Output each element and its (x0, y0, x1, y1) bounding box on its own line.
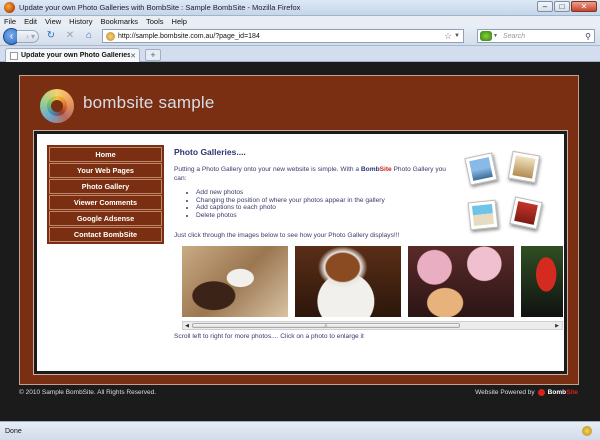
gallery-photo-cappuccino[interactable] (295, 246, 401, 317)
search-engine-icon[interactable] (480, 31, 492, 41)
copyright-text: © 2010 Sample BombSite. All Rights Reser… (19, 389, 157, 396)
footer-brand-site: Site (566, 389, 578, 396)
tab-label: Update your own Photo Galleries wit... (21, 52, 131, 59)
menu-bookmarks[interactable]: Bookmarks (101, 17, 139, 26)
page-viewport: bombsite sample Home Your Web Pages Phot… (0, 62, 600, 421)
feature-item: Add new photos (196, 189, 385, 197)
site-container: bombsite sample Home Your Web Pages Phot… (19, 75, 579, 385)
intro-text-start: Putting a Photo Gallery onto your new we… (174, 166, 361, 173)
content-frame: Home Your Web Pages Photo Gallery Viewer… (33, 130, 568, 375)
nav-contact-bombsite[interactable]: Contact BombSite (49, 227, 162, 242)
powered-by-text: Website Powered by (475, 389, 535, 396)
nav-your-web-pages[interactable]: Your Web Pages (49, 163, 162, 178)
site-name[interactable]: bombsite sample (83, 93, 215, 113)
gallery-photo-cupcakes[interactable] (408, 246, 514, 317)
polaroid-photo-icon (464, 152, 498, 186)
gallery-caption: Scroll left to right for more photos....… (174, 333, 364, 340)
home-icon[interactable]: ⌂ (82, 29, 96, 43)
menu-help[interactable]: Help (172, 17, 187, 26)
navigation-toolbar: ‹ › ▾ ↻ ✕ ⌂ http://sample.bombsite.com.a… (0, 27, 600, 46)
window-title: Update your own Photo Galleries with Bom… (19, 3, 301, 12)
nav-home[interactable]: Home (49, 147, 162, 162)
forward-button[interactable]: › ▾ (17, 29, 39, 43)
bookmark-star-icon[interactable]: ☆ (444, 31, 452, 42)
minimize-button[interactable]: – (537, 1, 553, 12)
chevron-down-icon[interactable]: ▼ (493, 33, 498, 39)
search-input[interactable]: Search (503, 33, 585, 40)
scrollbar-thumb[interactable]: ≡ (192, 323, 460, 329)
new-tab-button[interactable]: + (145, 49, 161, 61)
page-title: Photo Galleries.... (174, 147, 246, 157)
polaroid-photo-icon (467, 199, 499, 231)
feature-list: Add new photos Changing the position of … (196, 189, 385, 219)
url-text[interactable]: http://sample.bombsite.com.au/?page_id=1… (118, 33, 444, 40)
gallery-photo-coffee-cup[interactable] (182, 246, 288, 317)
scroll-right-arrow-icon[interactable]: ▶ (553, 323, 561, 329)
powered-by: Website Powered by BombSite (475, 389, 578, 396)
menu-file[interactable]: File (4, 17, 16, 26)
firefox-icon (4, 2, 15, 13)
status-bar: Done (0, 421, 600, 440)
brand-bomb: Bomb (360, 166, 380, 173)
nav-viewer-comments[interactable]: Viewer Comments (49, 195, 162, 210)
window-controls: – □ ✕ (537, 1, 597, 12)
menu-edit[interactable]: Edit (24, 17, 37, 26)
brand-site: Site (379, 166, 392, 173)
site-favicon (106, 31, 115, 41)
gallery-photo-strawberry[interactable] (521, 246, 563, 317)
window-titlebar: Update your own Photo Galleries with Bom… (0, 0, 600, 16)
intro-text: Putting a Photo Gallery onto your new we… (174, 165, 459, 183)
main-content: Photo Galleries.... Putting a Photo Gall… (174, 147, 554, 239)
close-tab-icon[interactable]: ✕ (130, 52, 136, 60)
menu-tools[interactable]: Tools (146, 17, 164, 26)
reload-icon[interactable]: ↻ (44, 29, 58, 43)
bombsite-icon (537, 389, 545, 396)
photo-gallery: ◀ ≡ ▶ (182, 246, 563, 330)
bombsite-footer-logo[interactable]: BombSite (548, 389, 578, 396)
instruction-text: Just click through the images below to s… (174, 232, 400, 239)
feature-item: Changing the position of where your phot… (196, 197, 385, 205)
tab-active[interactable]: Update your own Photo Galleries wit... ✕ (5, 48, 140, 62)
search-icon[interactable]: ⚲ (585, 32, 591, 41)
status-text: Done (5, 427, 22, 435)
menu-bar: File Edit View History Bookmarks Tools H… (0, 16, 600, 27)
bombsite-logo[interactable] (40, 89, 74, 123)
stop-icon[interactable]: ✕ (63, 29, 77, 43)
page-icon (10, 51, 18, 60)
nav-google-adsense[interactable]: Google Adsense (49, 211, 162, 226)
tab-bar: Update your own Photo Galleries wit... ✕… (0, 46, 600, 62)
menu-history[interactable]: History (69, 17, 92, 26)
menu-view[interactable]: View (45, 17, 61, 26)
footer-brand-bomb: Bomb (547, 389, 567, 396)
search-box[interactable]: ▼ Search ⚲ (477, 29, 595, 43)
feature-item: Delete photos (196, 212, 385, 220)
site-navigation: Home Your Web Pages Photo Gallery Viewer… (47, 145, 164, 244)
maximize-button[interactable]: □ (554, 1, 570, 12)
url-history-dropdown-icon[interactable]: ▼ (454, 33, 460, 39)
nav-photo-gallery[interactable]: Photo Gallery (49, 179, 162, 194)
content-area: Home Your Web Pages Photo Gallery Viewer… (37, 134, 564, 371)
polaroid-photo-icon (509, 196, 543, 230)
address-bar[interactable]: http://sample.bombsite.com.au/?page_id=1… (102, 29, 464, 43)
scroll-left-arrow-icon[interactable]: ◀ (183, 323, 191, 329)
gallery-scrollbar[interactable]: ◀ ≡ ▶ (182, 321, 563, 330)
polaroid-photo-icon (507, 150, 541, 184)
close-window-button[interactable]: ✕ (571, 1, 597, 12)
feature-item: Add captions to each photo (196, 204, 385, 212)
status-indicator-icon[interactable] (582, 426, 592, 436)
